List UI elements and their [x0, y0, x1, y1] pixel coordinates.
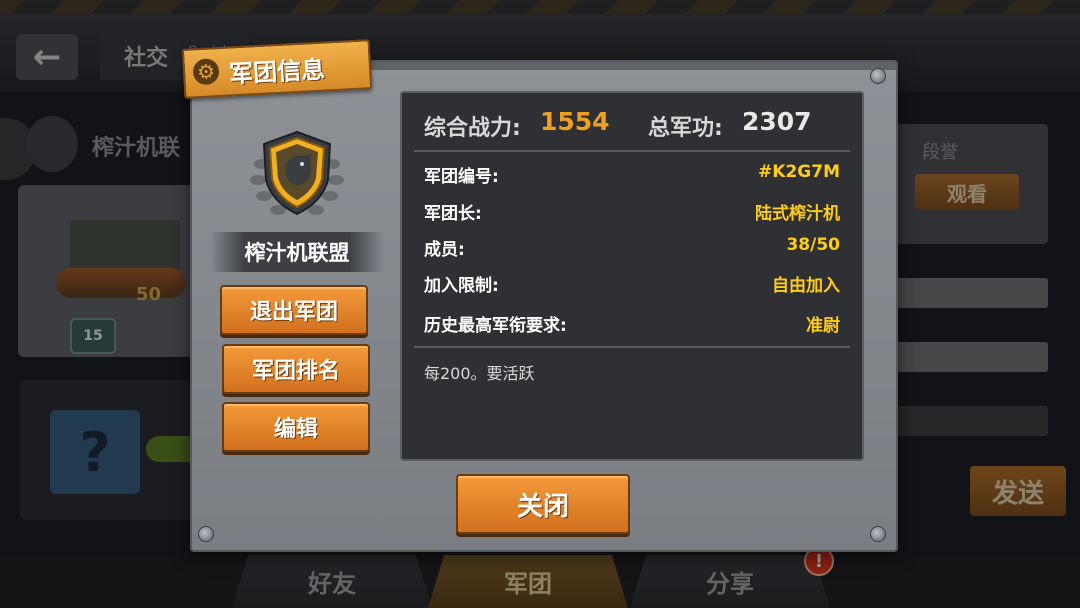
guild-name: 榨汁机联盟 — [210, 232, 384, 272]
modal-title-tag: ⚙ 军团信息 — [181, 39, 373, 99]
modal-title: 军团信息 — [228, 55, 326, 89]
leader-value: 陆式榨汁机 — [755, 204, 840, 224]
bolt-icon — [870, 526, 886, 542]
join-restriction-value: 自由加入 — [772, 276, 840, 296]
rank-requirement-value: 准尉 — [806, 316, 840, 336]
stats-row: 综合战力: 1554 总军功: 2307 — [424, 106, 844, 141]
merit-label: 总军功: — [648, 116, 723, 141]
bolt-icon — [198, 526, 214, 542]
guild-id-label: 军团编号: — [424, 167, 499, 187]
power-value: 1554 — [540, 107, 610, 136]
close-button[interactable]: 关闭 — [456, 474, 630, 534]
guild-id-value: #K2G7M — [758, 162, 840, 182]
guild-emblem-icon — [250, 130, 344, 216]
merit-value: 2307 — [742, 107, 812, 136]
bolt-icon — [870, 68, 886, 84]
guild-notice: 每200。要活跃 — [424, 364, 535, 383]
quit-guild-button[interactable]: 退出军团 — [220, 285, 368, 335]
divider — [414, 346, 850, 348]
gear-icon: ⚙ — [192, 58, 220, 86]
join-restriction-label: 加入限制: — [424, 276, 499, 296]
edit-button[interactable]: 编辑 — [222, 402, 370, 452]
divider — [414, 150, 850, 152]
members-label: 成员: — [424, 240, 465, 260]
guild-ranking-button[interactable]: 军团排名 — [222, 344, 370, 394]
leader-label: 军团长: — [424, 204, 482, 224]
power-label: 综合战力: — [424, 116, 521, 141]
members-value: 38/50 — [786, 235, 840, 255]
rank-requirement-label: 历史最高军衔要求: — [424, 316, 567, 336]
